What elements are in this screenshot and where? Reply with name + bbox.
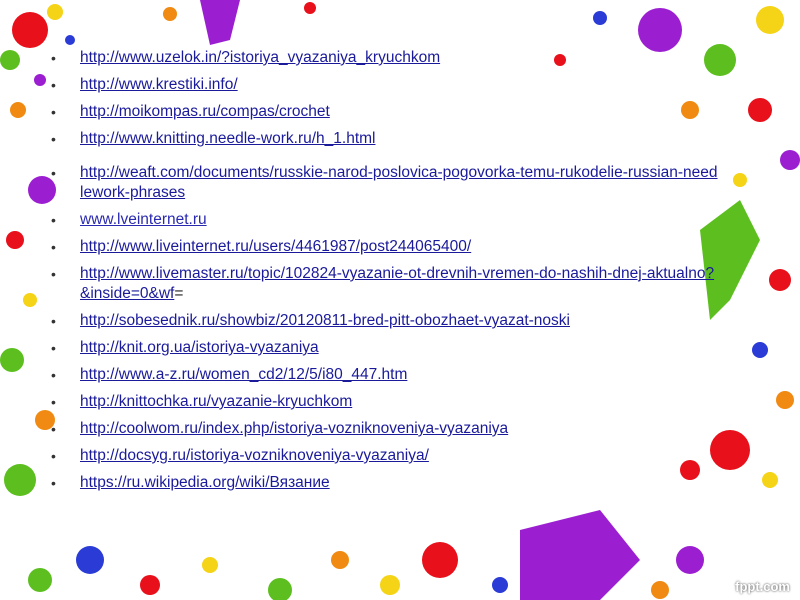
splatter-blob bbox=[492, 577, 508, 593]
link-krestiki[interactable]: http://www.krestiki.info/ bbox=[80, 76, 238, 93]
splatter-blob bbox=[651, 581, 669, 599]
splatter-blob bbox=[65, 35, 75, 45]
list-item: • http://knit.org.ua/istoriya-vyazaniya bbox=[48, 338, 718, 358]
link-knittochka[interactable]: http://knittochka.ru/vyazanie-kryuchkom bbox=[80, 393, 352, 410]
bullet-icon: • bbox=[51, 421, 56, 437]
link-weaft[interactable]: http://weaft.com/documents/russkie-narod… bbox=[80, 164, 718, 201]
list-item: • http://www.a-z.ru/women_cd2/12/5/i80_44… bbox=[48, 365, 718, 385]
bullet-icon: • bbox=[51, 131, 56, 147]
splatter-blob bbox=[10, 102, 26, 118]
bullet-icon: • bbox=[51, 475, 56, 491]
bullet-icon: • bbox=[51, 77, 56, 93]
splatter-blob bbox=[769, 269, 791, 291]
bullet-icon: • bbox=[51, 340, 56, 356]
splatter-blob bbox=[12, 12, 48, 48]
splatter-blob bbox=[780, 150, 800, 170]
link-moikompas[interactable]: http://moikompas.ru/compas/crochet bbox=[80, 103, 330, 120]
link-a-z[interactable]: http://www.a-z.ru/women_cd2/12/5/i80_447… bbox=[80, 366, 407, 383]
splatter-blob bbox=[0, 50, 20, 70]
link-liveinternet[interactable]: http://www.liveinternet.ru/users/4461987… bbox=[80, 238, 471, 255]
splatter-blob bbox=[756, 6, 784, 34]
splatter-blob bbox=[0, 348, 24, 372]
link-coolwom[interactable]: http://coolwom.ru/index.php/istoriya-voz… bbox=[80, 420, 508, 437]
list-item: • http://www.uzelok.in/?istoriya_vyazaniy… bbox=[48, 48, 718, 68]
link-list: • http://www.uzelok.in/?istoriya_vyazaniy… bbox=[48, 48, 718, 500]
link-knit-org[interactable]: http://knit.org.ua/istoriya-vyazaniya bbox=[80, 339, 319, 356]
splatter-blob bbox=[762, 472, 778, 488]
list-item: • http://weaft.com/documents/russkie-naro… bbox=[48, 163, 718, 203]
splatter-blob bbox=[140, 575, 160, 595]
list-item: • http://docsyg.ru/istoriya-vozniknoveniy… bbox=[48, 446, 718, 466]
bullet-icon: • bbox=[51, 367, 56, 383]
list-item: • http://moikompas.ru/compas/crochet bbox=[48, 102, 718, 122]
link-wikipedia[interactable]: https://ru.wikipedia.org/wiki/Вязание bbox=[80, 474, 330, 491]
splatter-blob bbox=[304, 2, 316, 14]
bullet-icon: • bbox=[51, 313, 56, 329]
splatter-blob bbox=[748, 98, 772, 122]
list-item: • http://www.knitting.needle-work.ru/h_1.… bbox=[48, 129, 718, 149]
splatter-streak bbox=[520, 510, 640, 600]
splatter-blob bbox=[76, 546, 104, 574]
link-knitting-needle-work[interactable]: http://www.knitting.needle-work.ru/h_1.h… bbox=[80, 130, 376, 147]
bullet-icon: • bbox=[51, 394, 56, 410]
link-sobesednik[interactable]: http://sobesednik.ru/showbiz/20120811-br… bbox=[80, 312, 570, 329]
splatter-blob bbox=[593, 11, 607, 25]
list-item: • http://sobesednik.ru/showbiz/20120811-b… bbox=[48, 311, 718, 331]
list-item: • www.lveinternet.ru bbox=[48, 210, 718, 230]
bullet-icon: • bbox=[51, 266, 56, 282]
bullet-icon: • bbox=[51, 448, 56, 464]
splatter-blob bbox=[752, 342, 768, 358]
list-item: • http://coolwom.ru/index.php/istoriya-vo… bbox=[48, 419, 718, 439]
splatter-blob bbox=[34, 74, 46, 86]
link-docsyg[interactable]: http://docsyg.ru/istoriya-vozniknoveniya… bbox=[80, 447, 429, 464]
bullet-icon: • bbox=[51, 212, 56, 228]
list-item: • http://www.livemaster.ru/topic/102824-v… bbox=[48, 264, 718, 304]
splatter-blob bbox=[638, 8, 682, 52]
bullet-icon: • bbox=[51, 165, 56, 181]
list-item: • http://www.krestiki.info/ bbox=[48, 75, 718, 95]
splatter-blob bbox=[331, 551, 349, 569]
splatter-blob bbox=[422, 542, 458, 578]
bullet-icon: • bbox=[51, 239, 56, 255]
splatter-blob bbox=[6, 231, 24, 249]
splatter-blob bbox=[268, 578, 292, 600]
list-item: • http://www.liveinternet.ru/users/446198… bbox=[48, 237, 718, 257]
splatter-blob bbox=[4, 464, 36, 496]
watermark: fppt.com bbox=[735, 579, 790, 594]
splatter-blob bbox=[47, 4, 63, 20]
link-suffix: = bbox=[174, 285, 184, 302]
list-item: • http://knittochka.ru/vyazanie-kryuchkom bbox=[48, 392, 718, 412]
splatter-blob bbox=[163, 7, 177, 21]
splatter-blob bbox=[23, 293, 37, 307]
splatter-blob bbox=[28, 568, 52, 592]
bullet-icon: • bbox=[51, 104, 56, 120]
splatter-streak bbox=[200, 0, 240, 45]
splatter-blob bbox=[202, 557, 218, 573]
link-uzelok[interactable]: http://www.uzelok.in/?istoriya_vyazaniya… bbox=[80, 49, 440, 66]
link-lveinternet[interactable]: www.lveinternet.ru bbox=[80, 211, 207, 228]
splatter-blob bbox=[776, 391, 794, 409]
list-item: • https://ru.wikipedia.org/wiki/Вязание bbox=[48, 473, 718, 493]
splatter-blob bbox=[380, 575, 400, 595]
bullet-icon: • bbox=[51, 50, 56, 66]
splatter-blob bbox=[676, 546, 704, 574]
splatter-blob bbox=[733, 173, 747, 187]
